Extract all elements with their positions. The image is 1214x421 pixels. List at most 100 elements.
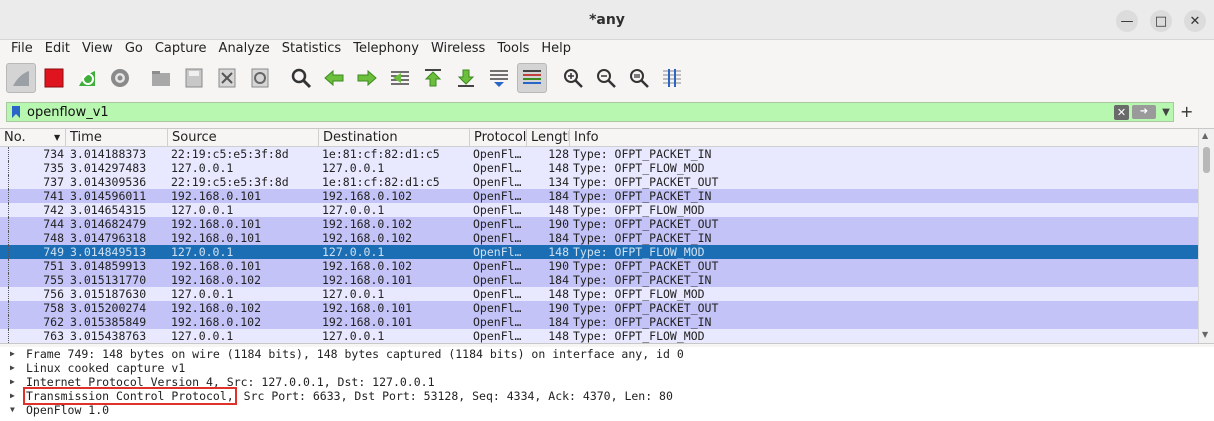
packet-info: Type: OFPT_FLOW_MOD (573, 329, 705, 343)
packet-protocol: OpenFl… (473, 175, 522, 189)
packet-length: 184 (548, 315, 569, 329)
save-file-button[interactable] (179, 63, 209, 93)
reload-file-button[interactable] (245, 63, 275, 93)
filter-bookmark-button[interactable] (9, 104, 23, 120)
packet-source: 127.0.0.1 (171, 287, 234, 301)
detail-row-frame[interactable]: ▶ Frame 749: 148 bytes on wire (1184 bit… (0, 347, 1214, 361)
chevron-down-icon: ▼ (1162, 106, 1170, 118)
packet-source: 192.168.0.101 (171, 189, 262, 203)
packet-row[interactable]: 751 3.014859913 192.168.0.101 192.168.0.102… (0, 259, 1198, 273)
clear-filter-button[interactable]: ✕ (1114, 104, 1129, 120)
zoom-out-button[interactable] (591, 63, 621, 93)
menu-capture[interactable]: Capture (149, 40, 213, 58)
related-packet-marker (8, 245, 14, 259)
zoom-normal-button[interactable] (624, 63, 654, 93)
display-filter-input[interactable] (27, 104, 1114, 120)
packet-row[interactable]: 735 3.014297483 127.0.0.1 127.0.0.1 OpenFl… 1… (0, 161, 1198, 175)
zoom-in-button[interactable] (558, 63, 588, 93)
packet-no: 762 (43, 315, 64, 329)
go-to-packet-button[interactable] (385, 63, 415, 93)
column-header-no[interactable]: No. ▼ (0, 129, 66, 147)
packet-row[interactable]: 744 3.014682479 192.168.0.101 192.168.0.102… (0, 217, 1198, 231)
column-header-length[interactable]: Length (527, 129, 570, 147)
packet-length: 134 (548, 175, 569, 189)
menu-help[interactable]: Help (535, 40, 577, 58)
maximize-button[interactable]: □ (1150, 10, 1172, 32)
packet-list-scrollbar[interactable]: ▲ ▼ (1198, 129, 1214, 343)
column-header-destination[interactable]: Destination (319, 129, 470, 147)
go-forward-button[interactable] (352, 63, 382, 93)
packet-length: 184 (548, 273, 569, 287)
packet-time: 3.014682479 (70, 217, 147, 231)
packet-no: 758 (43, 301, 64, 315)
menu-file[interactable]: File (0, 40, 39, 58)
apply-filter-button[interactable]: ➜ (1132, 105, 1156, 119)
detail-row-openflow[interactable]: ▼ OpenFlow 1.0 (0, 403, 1214, 417)
stop-capture-button[interactable] (39, 63, 69, 93)
column-header-info[interactable]: Info (570, 129, 1198, 147)
packet-length: 190 (548, 301, 569, 315)
menu-statistics[interactable]: Statistics (276, 40, 347, 58)
column-header-source[interactable]: Source (168, 129, 319, 147)
detail-row-linux-cooked[interactable]: ▶ Linux cooked capture v1 (0, 361, 1214, 375)
column-header-time[interactable]: Time (66, 129, 168, 147)
go-back-button[interactable] (319, 63, 349, 93)
close-button[interactable]: ✕ (1184, 10, 1206, 32)
capture-options-button[interactable] (105, 63, 135, 93)
related-packet-marker (8, 273, 14, 287)
packet-time: 3.015200274 (70, 301, 147, 315)
menu-wireless[interactable]: Wireless (425, 40, 491, 58)
scrollbar-thumb[interactable] (1203, 147, 1210, 173)
resize-columns-button[interactable] (657, 63, 687, 93)
packet-row[interactable]: 749 3.014849513 127.0.0.1 127.0.0.1 OpenFl… 1… (0, 245, 1198, 259)
menu-view[interactable]: View (76, 40, 119, 58)
packet-time: 3.015385849 (70, 315, 147, 329)
packet-row[interactable]: 741 3.014596011 192.168.0.101 192.168.0.102… (0, 189, 1198, 203)
menu-go[interactable]: Go (119, 40, 149, 58)
shark-fin-icon (13, 71, 29, 86)
menu-tools[interactable]: Tools (491, 40, 535, 58)
restart-capture-button[interactable] (72, 63, 102, 93)
autoscroll-button[interactable] (484, 63, 514, 93)
packet-length: 184 (548, 189, 569, 203)
packet-source: 127.0.0.1 (171, 203, 234, 217)
close-icon: ✕ (1189, 13, 1201, 29)
add-filter-button[interactable]: + (1180, 102, 1193, 121)
packet-row[interactable]: 755 3.015131770 192.168.0.102 192.168.0.101… (0, 273, 1198, 287)
minimize-button[interactable]: — (1116, 10, 1138, 32)
menu-telephony[interactable]: Telephony (347, 40, 425, 58)
packet-source: 192.168.0.101 (171, 231, 262, 245)
zoom-normal-icon (630, 69, 649, 88)
apply-arrow-icon: ➜ (1139, 106, 1149, 117)
packet-row[interactable]: 756 3.015187630 127.0.0.1 127.0.0.1 OpenFl… 1… (0, 287, 1198, 301)
menu-edit[interactable]: Edit (39, 40, 76, 58)
close-file-button[interactable] (212, 63, 242, 93)
packet-no: 737 (43, 175, 64, 189)
open-file-button[interactable] (146, 63, 176, 93)
menu-analyze[interactable]: Analyze (213, 40, 276, 58)
detail-row-tcp[interactable]: ▶ Transmission Control Protocol, Src Por… (0, 387, 1214, 405)
packet-row[interactable]: 763 3.015438763 127.0.0.1 127.0.0.1 OpenFl… 1… (0, 329, 1198, 343)
packet-info: Type: OFPT_PACKET_OUT (573, 259, 719, 273)
packet-source: 192.168.0.102 (171, 315, 262, 329)
packet-info: Type: OFPT_FLOW_MOD (573, 245, 705, 259)
packet-protocol: OpenFl… (473, 189, 522, 203)
packet-no: 742 (43, 203, 64, 217)
packet-row[interactable]: 737 3.014309536 22:19:c5:e5:3f:8d 1e:81:cf:… (0, 175, 1198, 189)
last-packet-button[interactable] (451, 63, 481, 93)
packet-row[interactable]: 758 3.015200274 192.168.0.102 192.168.0.101… (0, 301, 1198, 315)
packet-row[interactable]: 734 3.014188373 22:19:c5:e5:3f:8d 1e:81:cf:… (0, 147, 1198, 161)
packet-row[interactable]: 762 3.015385849 192.168.0.102 192.168.0.101… (0, 315, 1198, 329)
packet-row[interactable]: 742 3.014654315 127.0.0.1 127.0.0.1 OpenFl… 1… (0, 203, 1198, 217)
colorize-button[interactable] (517, 63, 547, 93)
filter-history-dropdown[interactable]: ▼ (1159, 107, 1173, 118)
packet-destination: 127.0.0.1 (322, 161, 385, 175)
packet-row[interactable]: 748 3.014796318 192.168.0.101 192.168.0.102… (0, 231, 1198, 245)
packet-destination: 192.168.0.101 (322, 273, 413, 287)
column-header-protocol[interactable]: Protocol (470, 129, 527, 147)
packet-length: 148 (548, 203, 569, 217)
related-packet-marker (8, 175, 14, 189)
find-packet-button[interactable] (286, 63, 316, 93)
first-packet-button[interactable] (418, 63, 448, 93)
start-capture-button[interactable] (6, 63, 36, 93)
